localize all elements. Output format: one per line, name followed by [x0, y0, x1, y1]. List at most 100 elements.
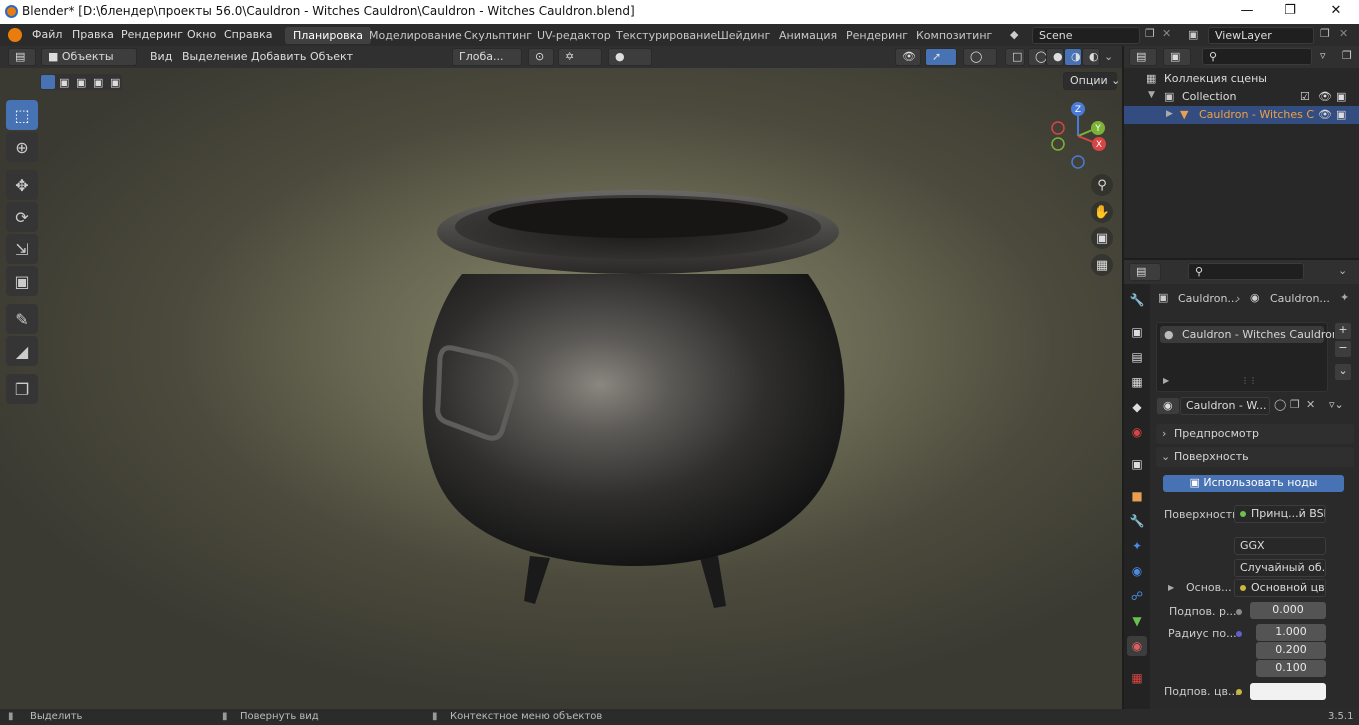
move-icon[interactable]: ✥ [6, 170, 38, 200]
eye-icon[interactable]: 👁 [1318, 90, 1332, 103]
xray-icon[interactable]: □ [1005, 48, 1025, 66]
annotate-icon[interactable]: ✎ [6, 304, 38, 334]
render-tab-icon[interactable]: ▣ [1127, 322, 1147, 342]
menu-render[interactable]: Рендеринг [121, 28, 183, 41]
tab-animation[interactable]: Анимация [771, 27, 845, 44]
use-nodes-button[interactable]: ▣ Использовать ноды [1163, 475, 1344, 492]
surface-panel-header[interactable]: ⌄ Поверхность [1156, 447, 1354, 467]
exclude-checkbox-icon[interactable]: ☑ [1300, 90, 1310, 103]
rotate-icon[interactable]: ⟳ [6, 202, 38, 232]
slot-expand-icon[interactable]: ▶ [1163, 376, 1169, 385]
menu-window[interactable]: Окно [187, 28, 216, 41]
subsurface-field[interactable]: 0.000 [1250, 602, 1326, 619]
mode-selector[interactable]: ■ Объекты [41, 48, 137, 66]
new-collection-icon[interactable]: ❐ [1342, 49, 1352, 62]
transform-orientation[interactable]: Глоба... [452, 48, 522, 66]
select-invert-icon[interactable]: ▣ [93, 76, 103, 89]
distribution-dropdown[interactable]: GGX [1234, 537, 1326, 555]
browse-material-icon[interactable]: ◉ [1156, 397, 1180, 415]
properties-editor-type-icon[interactable]: ▤ [1129, 263, 1161, 281]
slot-resize-handle-icon[interactable]: ⋮⋮ [1241, 376, 1257, 385]
data-tab-icon[interactable]: ▼ [1127, 611, 1147, 631]
material-name-field[interactable]: Cauldron - W... [1180, 397, 1270, 415]
tab-modeling[interactable]: Моделирование [361, 27, 470, 44]
outliner-search-input[interactable]: ⚲ [1202, 48, 1312, 65]
outliner-row-scene-collection[interactable]: ▦ Коллекция сцены [1124, 70, 1359, 88]
outliner-row-cauldron[interactable]: ▶ ▼ Cauldron - Witches C 👁 ▣ [1124, 106, 1359, 124]
select-extend-icon[interactable]: ▣ [59, 76, 69, 89]
solid-shading-icon[interactable]: ● [1046, 48, 1064, 66]
close-icon[interactable]: ✕ [1326, 3, 1346, 18]
menu-edit[interactable]: Правка [72, 28, 114, 41]
modifier-tab-icon[interactable]: 🔧 [1127, 511, 1147, 531]
expand-arrow-icon[interactable]: ▶ [1166, 109, 1173, 119]
fake-user-icon[interactable]: ◯ [1274, 398, 1286, 411]
perspective-grid-icon[interactable]: ▦ [1091, 254, 1113, 276]
props-options-icon[interactable]: ⌄ [1338, 264, 1347, 277]
pan-hand-icon[interactable]: ✋ [1091, 201, 1113, 223]
pin-icon[interactable]: ✦ [1340, 291, 1349, 304]
options-dropdown[interactable]: Опции ⌄ [1063, 72, 1120, 90]
view-layer-selector[interactable]: ViewLayer [1208, 27, 1314, 44]
viewport-menu-view[interactable]: Вид [150, 50, 172, 63]
object-tab-icon[interactable]: ■ [1127, 486, 1147, 506]
rendered-shading-icon[interactable]: ◐ [1082, 48, 1100, 66]
radius-y-field[interactable]: 0.200 [1256, 642, 1326, 659]
properties-search-input[interactable]: ⚲ [1188, 263, 1304, 280]
surface-shader-field[interactable]: Принц...й BSDF [1234, 505, 1326, 523]
select-new-icon[interactable] [41, 75, 55, 89]
visibility-icon[interactable]: 👁 [895, 48, 921, 66]
camera-view-icon[interactable]: ▣ [1091, 227, 1113, 249]
slot-specials-icon[interactable]: ⌄ [1334, 363, 1352, 381]
add-slot-button[interactable]: + [1334, 322, 1352, 340]
pivot-icon[interactable]: ⊙ [528, 48, 554, 66]
delete-view-layer-icon[interactable]: ✕ [1339, 27, 1348, 40]
material-slot-row[interactable]: ● Cauldron - Witches Cauldron [1160, 326, 1339, 343]
viewport-menu-add[interactable]: Добавить [251, 50, 306, 63]
base-color-link-field[interactable]: Основной цвет [1234, 579, 1326, 597]
select-subtract-icon[interactable]: ▣ [76, 76, 86, 89]
collapse-arrow-icon[interactable]: ▼ [1148, 90, 1155, 100]
tab-layout[interactable]: Планировка [285, 27, 371, 44]
outliner-editor-type-icon[interactable]: ▤ [1129, 48, 1157, 66]
tab-shading[interactable]: Шейдинг [709, 27, 778, 44]
tab-rendering[interactable]: Рендеринг [838, 27, 916, 44]
new-scene-icon[interactable]: ❐ [1145, 27, 1155, 40]
duplicate-material-icon[interactable]: ❐ [1290, 398, 1300, 411]
editor-type-icon[interactable]: ▤ [8, 48, 36, 66]
new-view-layer-icon[interactable]: ❐ [1320, 27, 1330, 40]
constraints-tab-icon[interactable]: ☍ [1127, 586, 1147, 606]
texture-tab-icon[interactable]: ▦ [1127, 668, 1147, 688]
tool-tab-icon[interactable]: 🔧 [1127, 290, 1147, 310]
add-cube-icon[interactable]: ❐ [6, 374, 38, 404]
scene-selector[interactable]: Scene [1032, 27, 1140, 44]
collection-tab-icon[interactable]: ▣ [1127, 454, 1147, 474]
material-tab-icon[interactable]: ◉ [1127, 636, 1147, 656]
tab-compositing[interactable]: Композитинг [908, 27, 1000, 44]
preview-panel-header[interactable]: › Предпросмотр [1156, 424, 1354, 444]
output-tab-icon[interactable]: ▤ [1127, 347, 1147, 367]
outliner-row-collection[interactable]: ▼ ▣ Collection ☑ 👁 ▣ [1124, 88, 1359, 106]
select-intersect-icon[interactable]: ▣ [110, 76, 120, 89]
remove-slot-button[interactable]: − [1334, 340, 1352, 358]
transform-icon[interactable]: ▣ [6, 266, 38, 296]
menu-help[interactable]: Справка [224, 28, 272, 41]
measure-icon[interactable]: ◢ [6, 336, 38, 366]
viewport-menu-object[interactable]: Объект [310, 50, 353, 63]
wireframe-shading-icon[interactable]: ◯ [1028, 48, 1047, 66]
display-mode-icon[interactable]: ▣ [1163, 48, 1191, 66]
link-mode-icon[interactable]: ▿⌄ [1329, 398, 1344, 411]
menu-file[interactable]: Файл [32, 28, 62, 41]
view-layer-tab-icon[interactable]: ▦ [1127, 372, 1147, 392]
object-camera-icon[interactable]: ▣ [1336, 108, 1346, 121]
subsurface-color-swatch[interactable] [1250, 683, 1326, 700]
viewport-menu-select[interactable]: Выделение [182, 50, 248, 63]
subsurface-method-dropdown[interactable]: Случайный об... [1234, 559, 1326, 577]
world-tab-icon[interactable]: ◉ [1127, 422, 1147, 442]
unlink-material-icon[interactable]: ✕ [1306, 398, 1315, 411]
blender-menu-icon[interactable] [8, 28, 22, 42]
tab-uv-editing[interactable]: UV-редактор [529, 27, 619, 44]
tab-texture-paint[interactable]: Текстурирование [608, 27, 725, 44]
delete-scene-icon[interactable]: ✕ [1162, 27, 1171, 40]
select-box-icon[interactable]: ⬚ [6, 100, 38, 130]
